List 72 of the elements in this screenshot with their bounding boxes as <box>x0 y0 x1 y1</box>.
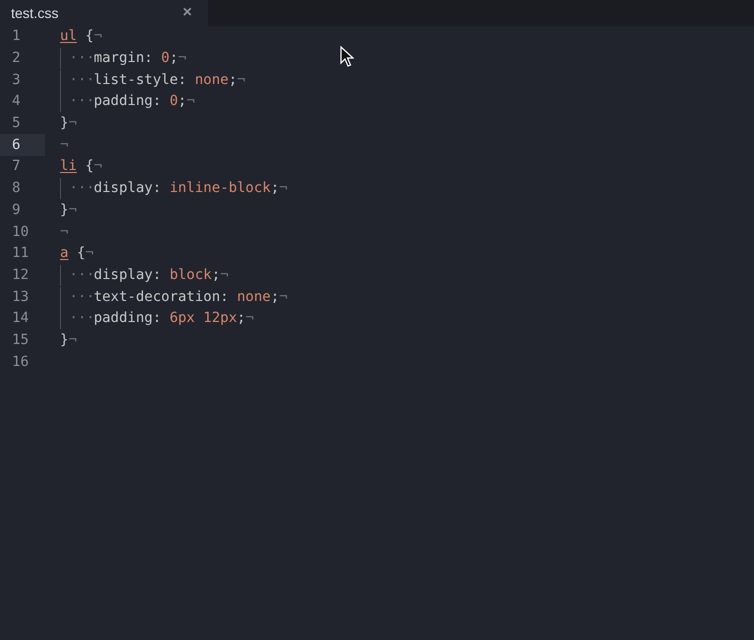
mouse-pointer-icon <box>340 46 354 68</box>
indent-dots: ··· <box>60 308 94 330</box>
line-number: 15 <box>11 330 30 350</box>
code-text: { <box>84 27 94 46</box>
line-number: 7 <box>11 157 22 176</box>
line-number: 10 <box>11 222 30 242</box>
eol-marker: ¬ <box>68 330 77 350</box>
line-number: 9 <box>11 200 22 220</box>
code-text: } <box>60 114 68 134</box>
code-text: margin: <box>94 49 154 68</box>
code-text: padding: <box>94 92 162 112</box>
code-text: list-style: <box>94 70 188 90</box>
indent-dots: ··· <box>60 264 94 286</box>
eol-marker: ¬ <box>60 136 68 155</box>
code-text: ; <box>270 288 280 307</box>
line-number: 6 <box>0 134 45 156</box>
file-tab[interactable]: test.css × <box>0 0 208 26</box>
code-text: ; <box>270 179 280 198</box>
eol-marker: ¬ <box>60 222 68 242</box>
eol-marker: ¬ <box>279 288 288 307</box>
eol-marker: ¬ <box>279 179 288 198</box>
indent-dots: ··· <box>60 70 94 91</box>
code-text: } <box>60 330 68 350</box>
eol-marker: ¬ <box>245 309 254 328</box>
value-text: none <box>237 288 271 307</box>
tab-title: test.css <box>11 4 58 22</box>
code-text: ; <box>178 92 186 112</box>
eol-marker: ¬ <box>94 27 102 46</box>
code-text: ; <box>237 309 246 328</box>
line-number: 4 <box>11 92 22 112</box>
eol-marker: ¬ <box>220 266 229 285</box>
code-text: ; <box>170 49 178 68</box>
eol-marker: ¬ <box>68 200 77 220</box>
selector-text: ul <box>60 27 77 46</box>
line-number: 16 <box>11 352 30 372</box>
line-number: 2 <box>11 49 22 68</box>
selector-text: li <box>60 157 77 176</box>
line-number: 14 <box>11 309 30 328</box>
value-text: 0 <box>161 49 170 68</box>
indent-dots: ··· <box>60 48 94 70</box>
code-text: } <box>60 200 68 220</box>
line-number: 1 <box>11 27 22 46</box>
code-text: ; <box>228 70 238 90</box>
code-text: padding: <box>94 309 162 328</box>
value-text: 0 <box>170 92 178 112</box>
code-text: text-decoration: <box>94 288 230 307</box>
value-text: inline-block <box>170 179 271 198</box>
selector-text: a <box>60 244 68 264</box>
eol-marker: ¬ <box>85 244 94 264</box>
code-text: { <box>84 157 94 176</box>
eol-marker: ¬ <box>178 49 186 68</box>
indent-dots: ··· <box>60 178 94 200</box>
code-text: ; <box>212 266 220 285</box>
value-text: block <box>170 266 212 285</box>
eol-marker: ¬ <box>94 157 102 176</box>
close-button[interactable]: × <box>182 1 192 25</box>
eol-marker: ¬ <box>237 70 246 90</box>
line-number: 5 <box>11 114 22 134</box>
indent-dots: ··· <box>60 286 94 308</box>
code-text: display: <box>94 266 162 285</box>
line-number: 3 <box>11 70 22 90</box>
eol-marker: ¬ <box>68 114 77 134</box>
code-text: { <box>76 244 86 264</box>
line-number: 13 <box>11 288 30 307</box>
value-text: 6px 12px <box>170 309 237 328</box>
indent-dots: ··· <box>60 91 94 112</box>
line-number: 12 <box>11 266 30 285</box>
line-number: 11 <box>11 244 30 264</box>
code-text: display: <box>94 179 162 198</box>
eol-marker: ¬ <box>186 92 195 112</box>
value-text: none <box>194 70 229 90</box>
line-number: 8 <box>11 179 22 198</box>
